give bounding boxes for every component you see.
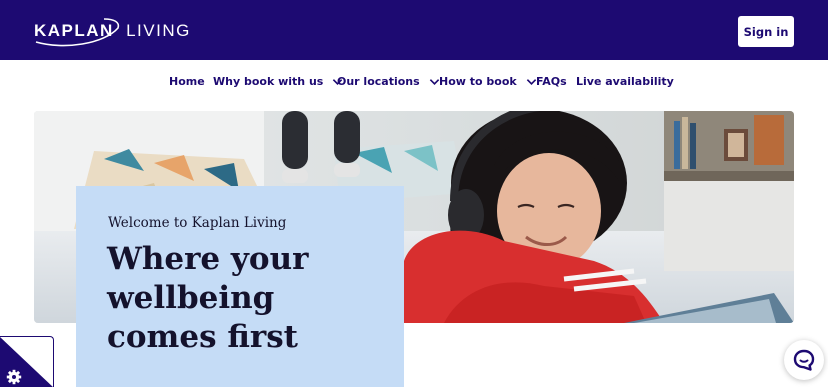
chat-button[interactable]: [784, 340, 824, 380]
site-header: KAPLAN LIVING Sign in: [0, 0, 828, 60]
kaplan-swoosh-logo-icon: [35, 18, 120, 47]
nav-item-how-to-book[interactable]: How to book: [439, 73, 537, 89]
nav-item-label: FAQs: [536, 74, 567, 88]
nav-item-label: Live availability: [576, 74, 674, 88]
hero-title: Where your wellbeing comes first: [107, 240, 397, 357]
nav-item-our-locations[interactable]: Our locations: [337, 73, 440, 89]
nav-item-faqs[interactable]: FAQs: [536, 73, 567, 89]
cookie-settings-button[interactable]: [0, 336, 54, 387]
nav-item-live-availability[interactable]: Live availability: [576, 73, 674, 89]
chat-bubble-icon: [793, 349, 815, 371]
main-nav: Home Why book with us Our locations How …: [0, 60, 828, 100]
hero-title-line: Where your: [107, 241, 309, 277]
hero-title-line: wellbeing: [107, 280, 275, 316]
hero-title-line: comes first: [107, 319, 298, 355]
kaplan-living-logo[interactable]: KAPLAN LIVING: [34, 14, 189, 48]
nav-item-label: Home: [169, 74, 205, 88]
nav-item-label: Our locations: [337, 74, 420, 88]
nav-item-label: Why book with us: [213, 74, 324, 88]
hero-welcome-card: Welcome to Kaplan Living Where your well…: [76, 186, 404, 387]
nav-item-label: How to book: [439, 74, 517, 88]
nav-item-why-book-with-us[interactable]: Why book with us: [213, 73, 343, 89]
sign-in-button[interactable]: Sign in: [738, 16, 794, 47]
hero-subtitle: Welcome to Kaplan Living: [108, 215, 287, 231]
nav-item-home[interactable]: Home: [169, 73, 205, 89]
cookie-settings-gear-icon: [0, 337, 53, 387]
